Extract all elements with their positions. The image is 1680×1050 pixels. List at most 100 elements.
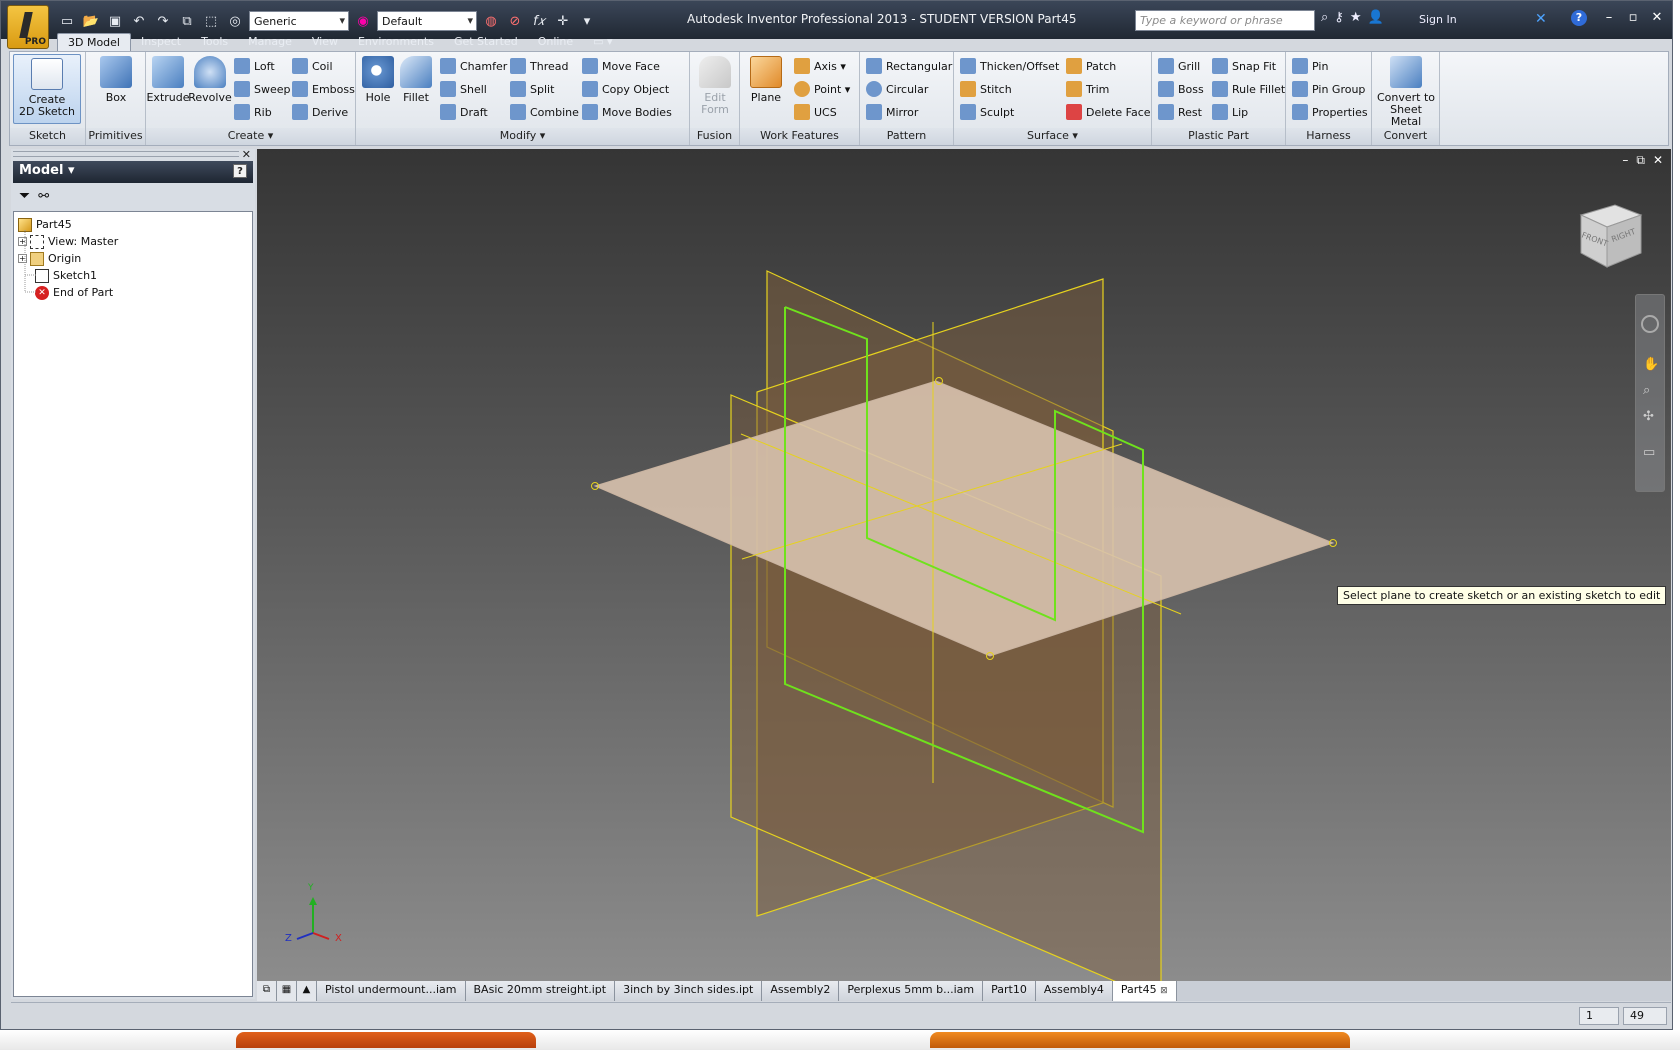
doc-tab[interactable]: Pistol undermount...iam [317, 981, 466, 1001]
ucs-button[interactable]: UCS [794, 102, 837, 122]
help-icon[interactable]: ? [1571, 10, 1587, 26]
user-icon[interactable]: 👤 [1367, 10, 1383, 25]
patch-button[interactable]: Patch [1066, 56, 1116, 76]
copy-object-button[interactable]: Copy Object [582, 79, 669, 99]
look-at-icon[interactable]: ▭ [1643, 445, 1655, 460]
adjust-icon[interactable]: ◍ [481, 11, 501, 31]
open-icon[interactable]: 📂 [81, 11, 101, 31]
orbit-icon[interactable]: ✣ [1643, 409, 1654, 424]
shell-button[interactable]: Shell [440, 79, 487, 99]
extrude-button[interactable]: Extrude [146, 56, 190, 104]
snap-fit-button[interactable]: Snap Fit [1212, 56, 1276, 76]
loft-button[interactable]: Loft [234, 56, 275, 76]
stitch-button[interactable]: Stitch [960, 79, 1012, 99]
tab-environments[interactable]: Environments [348, 33, 444, 51]
doc-tab-active[interactable]: Part45 ⊠ [1112, 981, 1177, 1001]
rib-button[interactable]: Rib [234, 102, 272, 122]
tab-3d-model[interactable]: 3D Model [57, 33, 131, 51]
lip-button[interactable]: Lip [1212, 102, 1248, 122]
crosshair-icon[interactable]: ✛ [553, 11, 573, 31]
maximize-icon[interactable]: ▫ [1624, 9, 1642, 27]
emboss-button[interactable]: Emboss [292, 79, 355, 99]
redo-icon[interactable]: ↷ [153, 11, 173, 31]
close-icon[interactable]: ✕ [1648, 9, 1666, 27]
rest-button[interactable]: Rest [1158, 102, 1202, 122]
steering-wheel-icon[interactable] [1641, 315, 1659, 333]
new-icon[interactable]: ▭ [57, 11, 77, 31]
properties-button[interactable]: Properties [1292, 102, 1368, 122]
tab-view[interactable]: View [302, 33, 348, 51]
boss-button[interactable]: Boss [1158, 79, 1204, 99]
tab-manage[interactable]: Manage [238, 33, 302, 51]
create-2d-sketch-button[interactable]: Create 2D Sketch [13, 54, 81, 124]
fillet-button[interactable]: Fillet [396, 56, 436, 104]
sculpt-button[interactable]: Sculpt [960, 102, 1014, 122]
tab-online[interactable]: Online [528, 33, 583, 51]
pin-group-button[interactable]: Pin Group [1292, 79, 1365, 99]
tab-inspect[interactable]: Inspect [131, 33, 191, 51]
panel-label-create[interactable]: Create ▾ [146, 128, 355, 145]
circular-pattern-button[interactable]: Circular [866, 79, 928, 99]
delete-face-button[interactable]: Delete Face [1066, 102, 1151, 122]
revolve-button[interactable]: Revolve [188, 56, 232, 104]
fx-icon[interactable]: f𝑥 [529, 11, 549, 31]
tile-windows-icon[interactable]: ▦ [277, 981, 297, 1001]
doc-tab[interactable]: Assembly2 [762, 981, 840, 1001]
rectangular-pattern-button[interactable]: Rectangular [866, 56, 952, 76]
customize-qat-icon[interactable]: ▾ [577, 11, 597, 31]
select-icon[interactable]: ⬚ [201, 11, 221, 31]
convert-to-sheet-metal-button[interactable]: Convert to Sheet Metal [1374, 56, 1438, 128]
doc-tab-close-icon[interactable]: ⊠ [1160, 986, 1168, 996]
move-bodies-button[interactable]: Move Bodies [582, 102, 672, 122]
thread-button[interactable]: Thread [510, 56, 568, 76]
browser-grip[interactable] [13, 151, 239, 157]
application-menu-button[interactable]: PRO [7, 5, 49, 49]
split-button[interactable]: Split [510, 79, 554, 99]
rule-fillet-button[interactable]: Rule Fillet [1212, 79, 1285, 99]
exchange-icon[interactable]: ✕ [1535, 11, 1547, 27]
graphics-viewport[interactable]: – ⧉ ✕ FRONT RIGHT ✋ ⌕ ✣ ▭ Select plane t… [257, 149, 1671, 981]
doc-tab[interactable]: BAsic 20mm streight.ipt [465, 981, 616, 1001]
tab-get-started[interactable]: Get Started [444, 33, 528, 51]
help-search-input[interactable]: Type a keyword or phrase [1135, 10, 1315, 31]
panel-label-surface[interactable]: Surface ▾ [954, 128, 1151, 145]
save-icon[interactable]: ▣ [105, 11, 125, 31]
browser-help-icon[interactable]: ? [233, 164, 247, 178]
hole-button[interactable]: Hole [358, 56, 398, 104]
sign-in-link[interactable]: Sign In [1419, 13, 1457, 26]
browser-header[interactable]: Model ▾ ? [13, 161, 253, 183]
cascade-windows-icon[interactable]: ⧉ [257, 981, 277, 1001]
sweep-button[interactable]: Sweep [234, 79, 291, 99]
move-face-button[interactable]: Move Face [582, 56, 660, 76]
appearance-dropdown[interactable]: Default [377, 11, 477, 31]
binoculars-icon[interactable]: ⌕ [1321, 10, 1328, 25]
mirror-button[interactable]: Mirror [866, 102, 918, 122]
pan-icon[interactable]: ✋ [1643, 357, 1659, 372]
ribbon-options-icon[interactable]: ▭ ▾ [583, 33, 622, 51]
return-icon[interactable]: ⧉ [177, 11, 197, 31]
undo-icon[interactable]: ↶ [129, 11, 149, 31]
panel-label-modify[interactable]: Modify ▾ [356, 128, 689, 145]
doc-tab[interactable]: Assembly4 [1035, 981, 1113, 1001]
doc-tab[interactable]: Part10 [983, 981, 1036, 1001]
browser-close-icon[interactable]: ✕ [242, 148, 251, 161]
filter-icon[interactable]: ⏷ [19, 188, 30, 204]
draft-button[interactable]: Draft [440, 102, 488, 122]
thicken-offset-button[interactable]: Thicken/Offset [960, 56, 1059, 76]
clear-icon[interactable]: ⊘ [505, 11, 525, 31]
find-binoculars-icon[interactable]: ⚯ [38, 189, 49, 204]
material-dropdown[interactable]: Generic [249, 11, 349, 31]
document-list-icon[interactable]: ▲ [297, 981, 317, 1001]
zoom-icon[interactable]: ⌕ [1643, 383, 1650, 398]
minimize-icon[interactable]: – [1600, 9, 1618, 27]
box-button[interactable]: Box [94, 56, 138, 104]
star-icon[interactable]: ★ [1350, 10, 1362, 25]
viewcube[interactable]: FRONT RIGHT [1575, 201, 1643, 269]
axis-button[interactable]: Axis ▾ [794, 56, 846, 76]
tab-tools[interactable]: Tools [191, 33, 238, 51]
xz-work-plane[interactable] [593, 380, 1335, 657]
doc-tab[interactable]: 3inch by 3inch sides.ipt [615, 981, 763, 1001]
key-icon[interactable]: ⚷ [1334, 10, 1344, 25]
point-button[interactable]: Point ▾ [794, 79, 850, 99]
doc-tab[interactable]: Perplexus 5mm b...iam [839, 981, 984, 1001]
